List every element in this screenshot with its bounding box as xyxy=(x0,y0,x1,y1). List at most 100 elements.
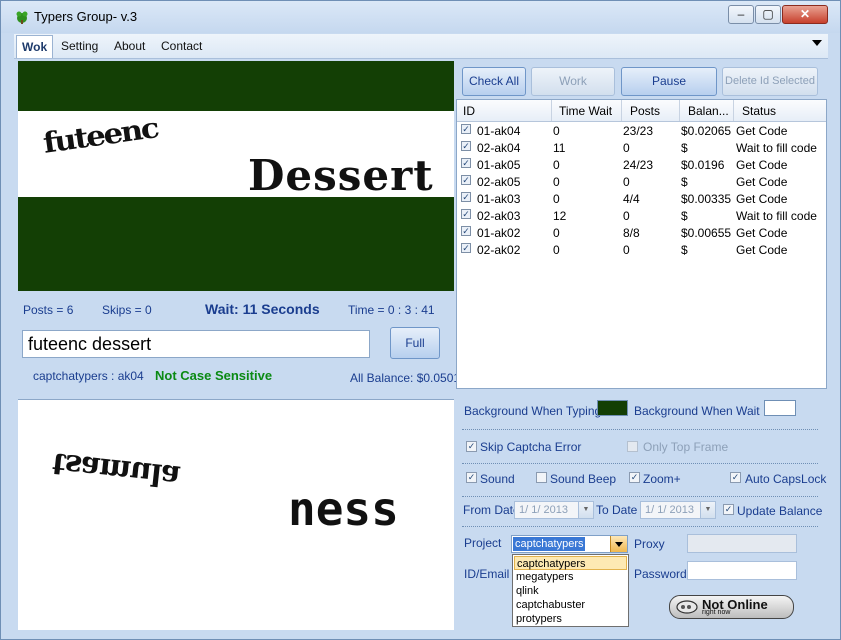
only-top-frame-label: Only Top Frame xyxy=(643,440,729,454)
sound-checkbox[interactable]: ✓ xyxy=(466,472,477,483)
cell-status: Get Code xyxy=(736,158,788,172)
cell-posts: 0 xyxy=(623,175,630,189)
app-icon xyxy=(16,11,28,24)
row-checkbox[interactable]: ✓ xyxy=(461,226,471,236)
auto-capslock-checkbox[interactable]: ✓ xyxy=(730,472,741,483)
maximize-button[interactable]: ▢ xyxy=(755,5,781,24)
tab-contact[interactable]: Contact xyxy=(161,39,202,53)
menu-bar: Wok Setting About Contact xyxy=(14,34,828,59)
id-email-label: ID/Email xyxy=(464,567,510,581)
captcha-image-next: tsamula ness xyxy=(18,399,454,630)
cell-balance: $ xyxy=(681,209,688,223)
work-button[interactable]: Work xyxy=(531,67,615,96)
project-select[interactable]: captchatypers xyxy=(511,535,628,553)
project-option-protypers[interactable]: protypers xyxy=(514,612,627,626)
update-balance-checkbox[interactable]: ✓ xyxy=(723,504,734,515)
table-row[interactable]: ✓ 02-ak04 11 0 $ Wait to fill code xyxy=(457,139,826,156)
from-date-picker[interactable]: 1/ 1/ 2013 ▼ xyxy=(514,501,594,519)
tab-about[interactable]: About xyxy=(114,39,145,53)
chevron-down-icon[interactable] xyxy=(812,40,822,46)
sound-beep-label: Sound Beep xyxy=(550,472,617,486)
bg-typing-color-swatch[interactable] xyxy=(597,400,628,416)
row-checkbox[interactable]: ✓ xyxy=(461,209,471,219)
chat-bubble-icon xyxy=(676,600,698,614)
update-balance-label: Update Balance xyxy=(737,504,823,518)
proxy-input[interactable] xyxy=(687,534,797,553)
case-sensitivity: Not Case Sensitive xyxy=(155,368,273,383)
sound-label: Sound xyxy=(480,472,515,486)
cell-time-wait: 12 xyxy=(553,209,567,223)
project-option-captchatypers[interactable]: captchatypers xyxy=(514,556,627,570)
cell-posts: 0 xyxy=(623,243,630,257)
app-window: Typers Group- v.3 – ▢ ✕ Wok Setting Abou… xyxy=(0,0,841,640)
row-checkbox[interactable]: ✓ xyxy=(461,124,471,134)
captcha-next-word-2: ness xyxy=(288,482,399,536)
project-label: Project xyxy=(464,536,502,550)
password-input[interactable] xyxy=(687,561,797,580)
wait-timer: Wait: 11 Seconds xyxy=(205,301,320,317)
table-row[interactable]: ✓ 02-ak03 12 0 $ Wait to fill code xyxy=(457,207,826,224)
chevron-down-icon[interactable] xyxy=(610,536,627,552)
tab-setting[interactable]: Setting xyxy=(61,39,98,53)
full-button[interactable]: Full xyxy=(390,327,440,359)
table-row[interactable]: ✓ 02-ak02 0 0 $ Get Code xyxy=(457,241,826,258)
tab-wok[interactable]: Wok xyxy=(16,35,54,58)
total-balance: All Balance: $0.05015 xyxy=(350,371,456,385)
row-checkbox[interactable]: ✓ xyxy=(461,192,471,202)
cell-status: Get Code xyxy=(736,175,788,189)
cell-status: Get Code xyxy=(736,192,788,206)
row-checkbox[interactable]: ✓ xyxy=(461,243,471,253)
col-balance[interactable]: Balan... xyxy=(688,104,729,118)
to-date-label: To Date xyxy=(596,503,638,517)
online-status-subtext: right now xyxy=(702,609,731,616)
close-button[interactable]: ✕ xyxy=(782,5,828,24)
divider xyxy=(462,496,818,497)
table-row[interactable]: ✓ 01-ak02 0 8/8 $0.00655 Get Code xyxy=(457,224,826,241)
cell-id: 01-ak05 xyxy=(477,158,521,172)
project-option-megatypers[interactable]: megatypers xyxy=(514,570,627,584)
project-option-captchabuster[interactable]: captchabuster xyxy=(514,598,627,612)
captcha-answer-input[interactable]: futeenc dessert xyxy=(22,330,370,358)
col-posts[interactable]: Posts xyxy=(630,104,660,118)
table-row[interactable]: ✓ 01-ak03 0 4/4 $0.00335 Get Code xyxy=(457,190,826,207)
row-checkbox[interactable]: ✓ xyxy=(461,175,471,185)
cell-id: 02-ak02 xyxy=(477,243,521,257)
window-title: Typers Group- v.3 xyxy=(34,9,138,24)
delete-selected-button[interactable]: Delete Id Selected xyxy=(722,67,818,96)
check-all-button[interactable]: Check All xyxy=(462,67,526,96)
only-top-frame-checkbox[interactable] xyxy=(627,441,638,452)
calendar-dropdown-icon[interactable]: ▼ xyxy=(578,502,593,518)
password-label: Password xyxy=(634,567,687,581)
zoom-checkbox[interactable]: ✓ xyxy=(629,472,640,483)
table-row[interactable]: ✓ 02-ak05 0 0 $ Get Code xyxy=(457,173,826,190)
cell-status: Get Code xyxy=(736,226,788,240)
minimize-button[interactable]: – xyxy=(728,5,754,24)
online-status-button[interactable]: Not Online right now xyxy=(669,595,794,619)
cell-time-wait: 0 xyxy=(553,158,560,172)
row-checkbox[interactable]: ✓ xyxy=(461,141,471,151)
cell-balance: $ xyxy=(681,243,688,257)
divider xyxy=(462,526,818,527)
sound-beep-checkbox[interactable] xyxy=(536,472,547,483)
cell-status: Wait to fill code xyxy=(736,141,817,155)
cell-balance: $0.00335 xyxy=(681,192,732,206)
bg-typing-label: Background When Typing xyxy=(464,404,602,418)
col-time-wait[interactable]: Time Wait xyxy=(559,104,612,118)
calendar-dropdown-icon[interactable]: ▼ xyxy=(700,502,715,518)
project-option-qlink[interactable]: qlink xyxy=(514,584,627,598)
skip-captcha-error-checkbox[interactable]: ✓ xyxy=(466,441,477,452)
bg-wait-color-swatch[interactable] xyxy=(764,400,796,416)
table-row[interactable]: ✓ 01-ak04 0 23/23 $0.02065 Get Code xyxy=(457,122,826,139)
to-date-picker[interactable]: 1/ 1/ 2013 ▼ xyxy=(640,501,716,519)
pause-button[interactable]: Pause xyxy=(621,67,717,96)
table-row[interactable]: ✓ 01-ak05 0 24/23 $0.0196 Get Code xyxy=(457,156,826,173)
col-id[interactable]: ID xyxy=(463,104,475,118)
cell-id: 02-ak05 xyxy=(477,175,521,189)
cell-balance: $0.00655 xyxy=(681,226,732,240)
row-checkbox[interactable]: ✓ xyxy=(461,158,471,168)
bg-wait-label: Background When Wait xyxy=(634,404,760,418)
col-status[interactable]: Status xyxy=(742,104,776,118)
cell-balance: $0.02065 xyxy=(681,124,732,138)
current-account: captchatypers : ak04 xyxy=(33,369,144,383)
cell-posts: 23/23 xyxy=(623,124,654,138)
